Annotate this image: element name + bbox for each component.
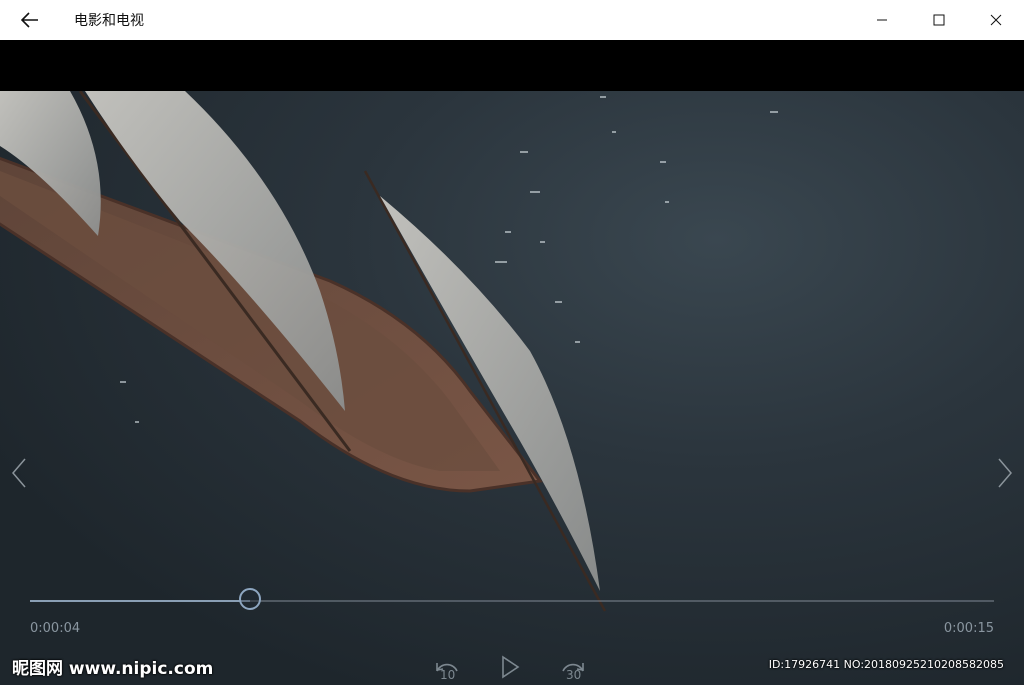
minimize-icon [876,19,887,21]
total-time: 0:00:15 [943,621,994,636]
previous-button[interactable] [4,453,34,493]
next-button[interactable] [990,453,1020,493]
chevron-right-icon [998,458,1012,488]
progress-track[interactable] [30,600,994,602]
play-button[interactable] [500,655,520,679]
window-controls [853,0,1024,40]
skip-forward-label: 30 [566,668,582,682]
back-button[interactable] [0,0,60,40]
video-frame[interactable] [0,91,1024,685]
close-icon [990,14,1001,26]
watermark-id: ID:17926741 NO:20180925210208582085 [768,658,1004,671]
title-bar: 电影和电视 [0,0,1024,40]
sailing-ship-scene [0,91,778,612]
maximize-button[interactable] [910,0,967,40]
chevron-left-icon [12,458,26,488]
close-button[interactable] [967,0,1024,40]
watermark-site: 昵图网 www.nipic.com [12,659,214,679]
play-icon [502,655,520,679]
progress-thumb[interactable] [238,588,261,610]
arrow-left-icon [21,12,38,28]
current-time: 0:00:04 [30,621,81,636]
minimize-button[interactable] [853,0,910,40]
skip-back-label: 10 [440,668,456,682]
maximize-icon [933,14,944,26]
progress-fill [30,600,250,602]
window-title: 电影和电视 [74,13,144,29]
